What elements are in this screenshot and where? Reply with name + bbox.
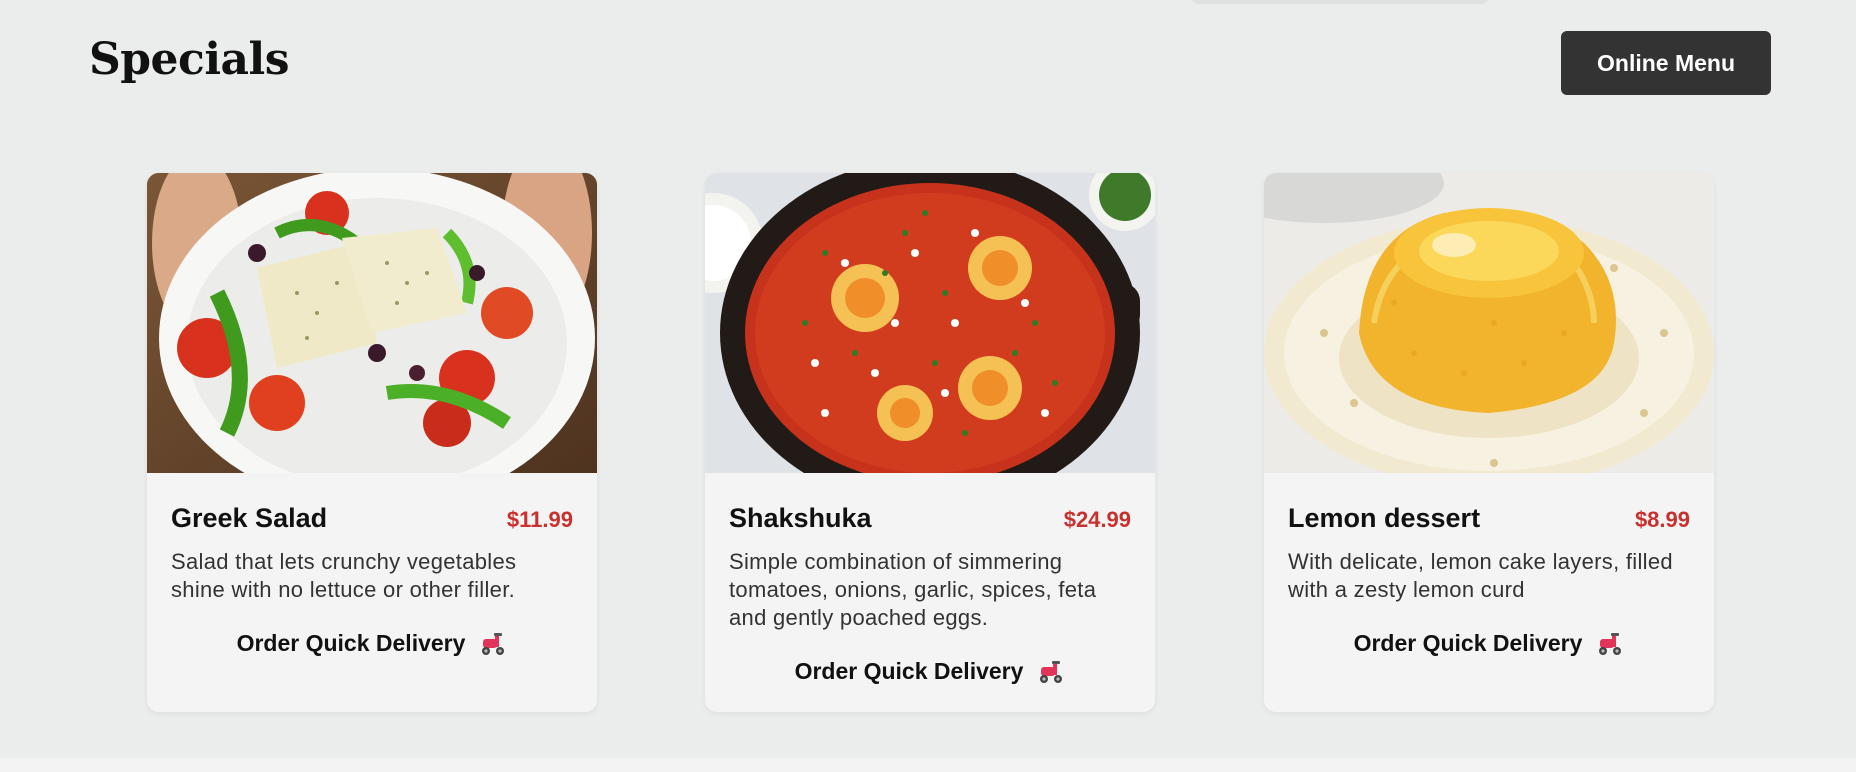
order-quick-delivery-link[interactable]: Order Quick Delivery [1264,630,1714,657]
footer-band [0,758,1856,772]
lemon-dessert-image [1264,173,1714,473]
scooter-icon [1037,659,1065,685]
shakshuka-image [705,173,1155,473]
card-title: Greek Salad [171,503,328,533]
card-description: With delicate, lemon cake layers, filled… [1288,549,1673,602]
order-label: Order Quick Delivery [794,658,1024,684]
card-price: $24.99 [1063,507,1131,532]
card-description: Salad that lets crunchy vegetables shine… [171,549,517,602]
card-description: Simple combination of simmering tomatoes… [729,549,1097,630]
page-title: Specials [89,34,290,85]
scooter-icon [479,631,507,657]
specials-header: Specials Online Menu [0,0,1856,130]
special-card-lemon-dessert: Lemon dessert $8.99 With delicate, lemon… [1264,173,1714,712]
special-card-shakshuka: Shakshuka $24.99 Simple combination of s… [705,173,1155,712]
online-menu-button[interactable]: Online Menu [1561,31,1771,95]
order-label: Order Quick Delivery [236,630,466,656]
card-price: $11.99 [506,507,573,532]
card-title: Shakshuka [729,503,872,533]
greek-salad-image [147,173,597,473]
order-label: Order Quick Delivery [1353,630,1583,656]
order-quick-delivery-link[interactable]: Order Quick Delivery [705,658,1155,685]
card-price: $8.99 [1634,507,1690,532]
order-quick-delivery-link[interactable]: Order Quick Delivery [147,630,597,657]
card-title: Lemon dessert [1288,503,1481,533]
scooter-icon [1596,631,1624,657]
special-card-greek-salad: Greek Salad $11.99 Salad that lets crunc… [147,173,597,712]
